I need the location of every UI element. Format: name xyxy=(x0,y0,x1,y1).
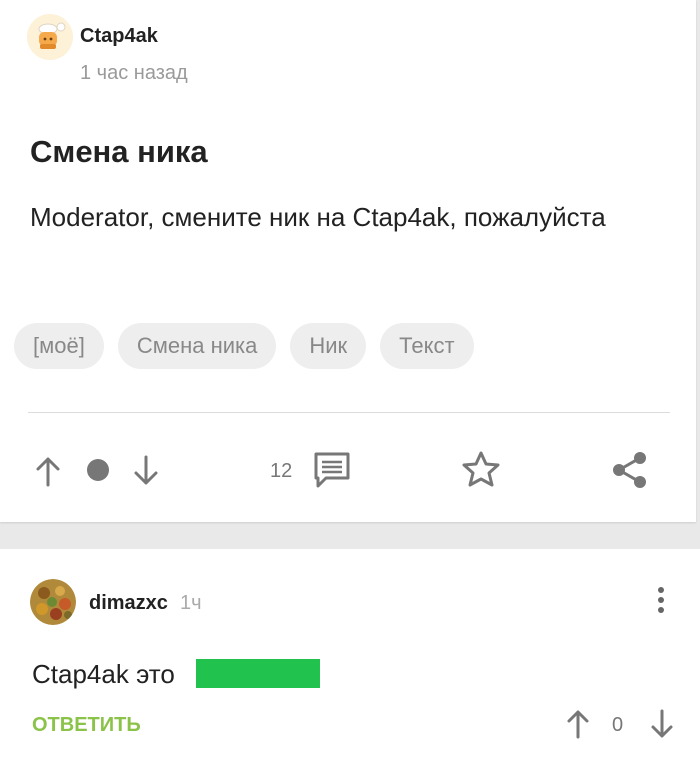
arrow-up-icon[interactable] xyxy=(34,455,62,487)
share-icon[interactable] xyxy=(610,450,650,490)
comment-arrow-up-icon[interactable] xyxy=(566,709,590,739)
divider xyxy=(28,412,670,413)
dot-icon xyxy=(87,459,109,481)
comment-card: dimazxc 1ч Ctap4ak это ОТВЕТИТЬ 0 xyxy=(0,549,700,769)
tag-tekst[interactable]: Текст xyxy=(380,323,474,369)
author-avatar[interactable] xyxy=(27,14,73,60)
comment-text: Ctap4ak это xyxy=(32,659,175,689)
post-title[interactable]: Смена ника xyxy=(30,134,208,170)
comment-icon[interactable] xyxy=(312,451,352,489)
comment-author[interactable]: dimazxc xyxy=(89,592,168,615)
arrow-down-icon[interactable] xyxy=(132,455,160,487)
comment-time: 1ч xyxy=(180,592,202,614)
comment-score: 0 xyxy=(612,714,624,736)
post-time: 1 час назад xyxy=(80,62,188,84)
more-vert-icon[interactable] xyxy=(652,585,670,615)
comments-count[interactable]: 12 xyxy=(270,460,292,483)
tag-list: [моё] Смена ника Ник Текст xyxy=(14,323,488,369)
tag-moe[interactable]: [моё] xyxy=(14,323,104,369)
reply-button[interactable]: ОТВЕТИТЬ xyxy=(32,714,141,737)
author-name[interactable]: Ctap4ak xyxy=(80,25,158,48)
comment-avatar-image xyxy=(30,579,76,625)
author-avatar-image xyxy=(27,14,73,60)
star-icon[interactable] xyxy=(461,450,501,488)
post-card: Ctap4ak 1 час назад Смена ника Moderator… xyxy=(0,0,696,522)
redaction-block xyxy=(196,659,320,688)
post-text: Moderator, смените ник на Ctap4ak, пожал… xyxy=(30,202,606,232)
comment-arrow-down-icon[interactable] xyxy=(650,709,674,739)
tag-nik[interactable]: Ник xyxy=(290,323,367,369)
tag-smena-nika[interactable]: Смена ника xyxy=(117,323,277,369)
comment-avatar[interactable] xyxy=(30,579,76,625)
